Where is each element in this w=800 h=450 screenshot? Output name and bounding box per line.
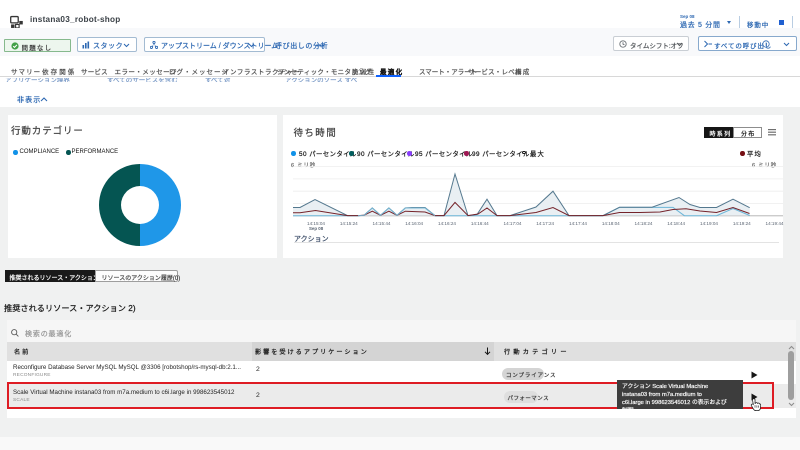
svg-text:i: i (765, 42, 766, 48)
